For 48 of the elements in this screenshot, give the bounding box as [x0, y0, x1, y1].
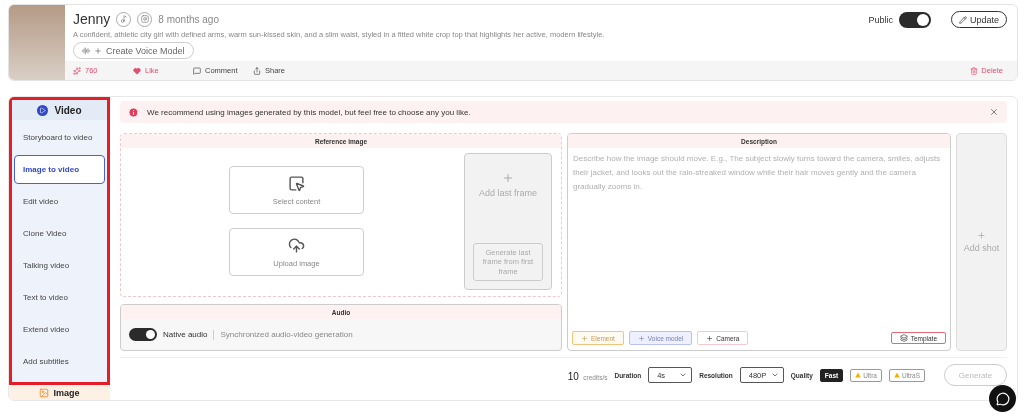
sidebar-item[interactable]: Add subtitles [14, 347, 105, 376]
plus-icon [706, 334, 714, 342]
create-voice-model-button[interactable]: Create Voice Model [73, 42, 194, 59]
chat-icon [995, 391, 1010, 406]
update-button[interactable]: Update [950, 11, 1007, 28]
close-icon[interactable] [989, 107, 999, 117]
sidebar-item[interactable]: Storyboard to video [14, 123, 105, 152]
info-icon [128, 106, 139, 118]
chevron-down-icon [770, 371, 779, 379]
alert-text: We recommend using images generated by this model, but feel free to choose any you like. [147, 107, 471, 117]
sidebar-item[interactable]: Text to video [14, 283, 105, 312]
play-icon [37, 104, 49, 116]
image-icon [39, 387, 50, 398]
profile-name: Jenny [73, 11, 111, 27]
plus-icon [581, 334, 588, 342]
chat-button[interactable] [989, 385, 1016, 412]
sidebar-item[interactable]: Image to video [14, 155, 105, 184]
audio-hint: Synchronized audio-video generation [220, 330, 353, 339]
sidebar-item[interactable]: Edit video [14, 187, 105, 216]
add-last-frame-label: Add last frame [479, 188, 537, 198]
share-icon [253, 66, 261, 75]
heart-icon [133, 66, 141, 75]
plus-icon [977, 231, 986, 240]
native-audio-toggle[interactable] [129, 328, 157, 341]
plus-icon [637, 334, 645, 342]
native-audio-label: Native audio [163, 330, 208, 339]
sidebar-section[interactable]: Image [9, 385, 110, 400]
plus-icon [502, 172, 514, 184]
public-label: Public [868, 14, 893, 25]
chevron-down-icon [679, 371, 688, 379]
layers-icon [899, 334, 908, 342]
warning-icon [855, 372, 862, 378]
trash-icon [970, 66, 979, 75]
post-time: 8 months ago [158, 13, 219, 25]
plus-icon [94, 46, 102, 55]
credits-amount: 10 [567, 371, 579, 382]
upload-icon [288, 236, 305, 254]
sparkle-icon [73, 66, 81, 75]
public-toggle[interactable] [898, 11, 931, 28]
sidebar-item[interactable]: Extend video [14, 315, 105, 344]
sound-wave-icon [82, 46, 90, 55]
pencil-icon [958, 15, 967, 24]
cursor-square-icon [288, 174, 305, 192]
sidebar-item[interactable]: Talking video [14, 251, 105, 280]
sidebar-header[interactable]: Video [12, 100, 107, 120]
sidebar-item[interactable]: Clone Video [14, 219, 105, 248]
warning-icon [893, 372, 900, 378]
comment-icon [193, 66, 201, 75]
